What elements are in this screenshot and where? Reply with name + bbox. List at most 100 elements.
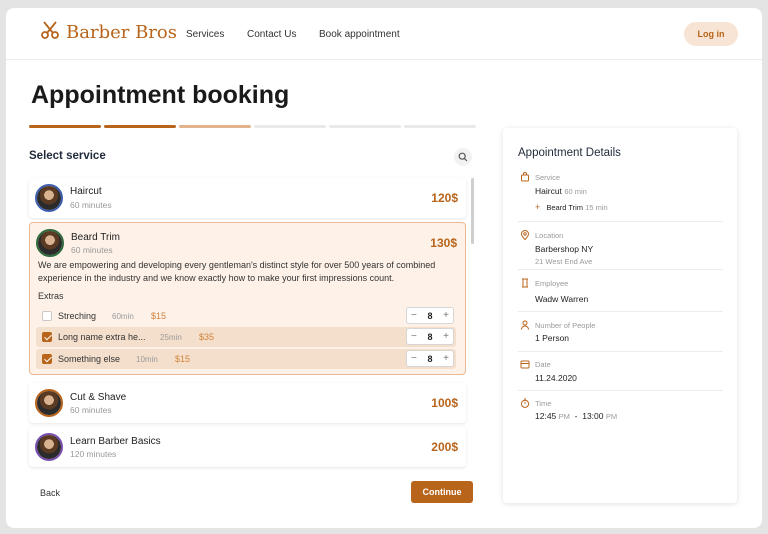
- brand-logo[interactable]: Barber Bros: [40, 20, 177, 45]
- detail-value: 1 Person: [535, 333, 570, 343]
- detail-value: Haircut 60 min: [535, 186, 587, 196]
- detail-label: Service: [535, 173, 561, 182]
- top-navigation-bar: Barber Bros Services Contact Us Book app…: [6, 8, 762, 60]
- detail-service: Service Haircut 60 min + Beard Trim 15 m…: [518, 172, 723, 222]
- detail-location: Location Barbershop NY 21 West End Ave: [518, 230, 723, 270]
- extra-name: Streching: [58, 311, 97, 321]
- detail-value: 12:45 PM - 13:00 PM: [535, 411, 617, 421]
- service-duration: 120 minutes: [70, 449, 117, 459]
- plus-icon[interactable]: +: [443, 310, 449, 321]
- extra-price: $15: [175, 354, 191, 364]
- service-duration: 60 minutes: [71, 245, 113, 255]
- detail-extra-duration: 15 min: [585, 203, 608, 212]
- detail-value: 11.24.2020: [535, 373, 577, 383]
- app-window: Barber Bros Services Contact Us Book app…: [6, 8, 762, 528]
- detail-value: Barbershop NY: [535, 244, 594, 254]
- service-duration: 60 minutes: [70, 200, 112, 210]
- extra-item[interactable]: Something else 10min $15 − 8 +: [36, 349, 456, 369]
- extra-name: Long name extra he...: [58, 332, 146, 342]
- extra-price: $15: [151, 311, 167, 321]
- extra-checkbox[interactable]: [42, 311, 52, 321]
- service-avatar: [36, 229, 64, 257]
- login-button[interactable]: Log in: [684, 22, 738, 46]
- time-start: 12:45: [535, 411, 557, 421]
- quantity-stepper[interactable]: − 8 +: [406, 328, 454, 345]
- select-service-title: Select service: [29, 150, 106, 162]
- detail-time: Time 12:45 PM - 13:00 PM: [518, 398, 723, 432]
- service-item-beard-trim[interactable]: Beard Trim 60 minutes 130$ We are empowe…: [29, 222, 466, 375]
- progress-step: [29, 125, 101, 128]
- service-price: 100$: [431, 396, 458, 410]
- progress-step: [329, 125, 401, 128]
- service-description: We are empowering and developing every g…: [38, 260, 436, 283]
- service-price: 130$: [430, 236, 457, 250]
- progress-step: [104, 125, 176, 128]
- back-button[interactable]: Back: [40, 488, 60, 498]
- location-pin-icon: [520, 230, 530, 240]
- service-avatar: [35, 389, 63, 417]
- minus-icon[interactable]: −: [411, 310, 417, 321]
- quantity-stepper[interactable]: − 8 +: [406, 307, 454, 324]
- service-price: 120$: [431, 191, 458, 205]
- appointment-details-panel: Appointment Details Service Haircut 60 m…: [503, 128, 737, 503]
- detail-employee: Employee Wadw Warren: [518, 278, 723, 312]
- search-button[interactable]: [454, 148, 472, 166]
- detail-people: Number of People 1 Person: [518, 320, 723, 352]
- step-progress-bar: [29, 125, 476, 128]
- service-item-haircut[interactable]: Haircut 60 minutes 120$: [29, 178, 466, 218]
- detail-label: Date: [535, 360, 551, 369]
- time-start-ampm: PM: [558, 412, 570, 421]
- detail-service-duration: 60 min: [564, 187, 587, 196]
- service-name: Haircut: [70, 186, 102, 197]
- service-list-scrollbar[interactable]: [471, 178, 474, 244]
- extra-minutes: 25min: [160, 333, 182, 342]
- continue-button[interactable]: Continue: [411, 481, 473, 503]
- barber-pole-icon: [522, 278, 528, 288]
- extra-minutes: 10min: [136, 355, 158, 364]
- scissors-icon: [40, 20, 60, 45]
- plus-icon: +: [535, 202, 541, 212]
- brand-name: Barber Bros: [66, 22, 177, 43]
- service-duration: 60 minutes: [70, 405, 112, 415]
- time-separator: -: [574, 411, 578, 421]
- nav-book-appointment[interactable]: Book appointment: [319, 29, 400, 40]
- service-item-learn-barber-basics[interactable]: Learn Barber Basics 120 minutes 200$: [29, 427, 466, 467]
- minus-icon[interactable]: −: [411, 353, 417, 364]
- progress-step: [404, 125, 476, 128]
- extra-checkbox[interactable]: [42, 332, 52, 342]
- service-avatar: [35, 433, 63, 461]
- service-item-cut-and-shave[interactable]: Cut & Shave 60 minutes 100$: [29, 383, 466, 423]
- minus-icon[interactable]: −: [411, 331, 417, 342]
- detail-label: Number of People: [535, 321, 596, 330]
- time-end-ampm: PM: [605, 412, 618, 421]
- detail-service-name: Haircut: [535, 186, 562, 196]
- service-name: Learn Barber Basics: [70, 436, 161, 447]
- extra-checkbox[interactable]: [42, 354, 52, 364]
- quantity-value: 8: [427, 353, 433, 364]
- quantity-stepper[interactable]: − 8 +: [406, 350, 454, 367]
- service-price: 200$: [431, 440, 458, 454]
- calendar-icon: [520, 360, 530, 369]
- search-icon: [458, 152, 468, 162]
- detail-sub: 21 West End Ave: [535, 257, 593, 266]
- page-title: Appointment booking: [31, 81, 290, 109]
- service-avatar: [35, 184, 63, 212]
- bag-icon: [521, 172, 529, 182]
- extras-label: Extras: [38, 291, 64, 301]
- plus-icon[interactable]: +: [443, 331, 449, 342]
- extra-minutes: 60min: [112, 312, 134, 321]
- extra-item[interactable]: Long name extra he... 25min $35 − 8 +: [36, 327, 456, 347]
- detail-value: Wadw Warren: [535, 294, 589, 304]
- progress-step: [179, 125, 251, 128]
- plus-icon[interactable]: +: [443, 353, 449, 364]
- progress-step: [254, 125, 326, 128]
- quantity-value: 8: [427, 310, 433, 321]
- service-name: Cut & Shave: [70, 392, 127, 403]
- nav-services[interactable]: Services: [186, 29, 224, 40]
- detail-label: Employee: [535, 279, 569, 288]
- extra-price: $35: [199, 332, 215, 342]
- detail-label: Location: [535, 231, 564, 240]
- extra-item[interactable]: Streching 60min $15 − 8 +: [36, 306, 456, 326]
- time-end: 13:00: [582, 411, 604, 421]
- nav-contact-us[interactable]: Contact Us: [247, 29, 296, 40]
